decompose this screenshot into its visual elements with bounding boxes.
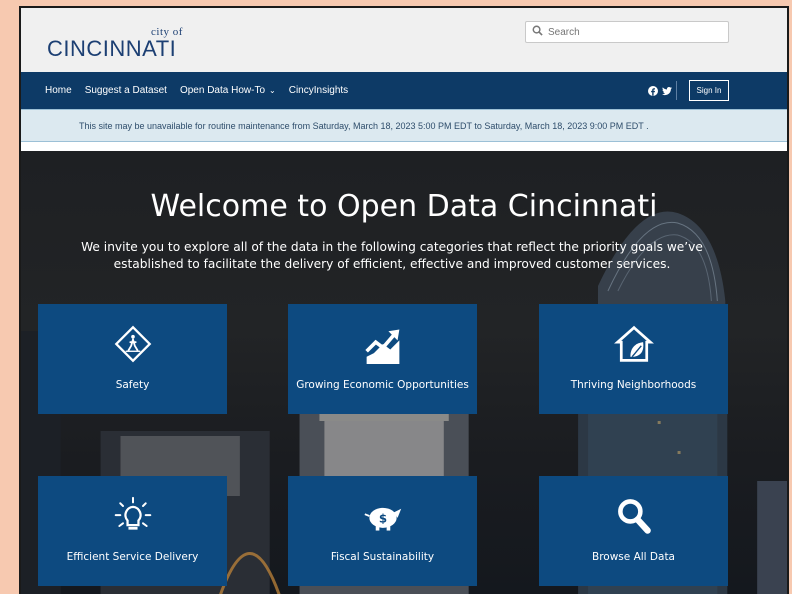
twitter-icon[interactable] [662,83,672,101]
maintenance-text: This site may be unavailable for routine… [79,120,649,131]
tile-label-browse: Browse All Data [592,551,675,563]
lightbulb-icon [111,496,155,536]
nav-open-data-how-to-label: Open Data How-To [179,85,266,96]
magnifier-icon [612,496,656,536]
sign-in-button[interactable]: Sign In [689,80,729,101]
piggy-bank-icon: $ [361,496,405,536]
hero-title: Welcome to Open Data Cincinnati [150,189,658,224]
nav-cincyinsights[interactable]: CincyInsights [289,85,348,96]
logo-cincinnati: CINCINNATI [47,36,177,61]
maintenance-banner: This site may be unavailable for routine… [21,109,787,142]
nav-home[interactable]: Home [45,85,72,96]
tile-label-economic: Growing Economic Opportunities [296,379,469,391]
search-input[interactable] [548,26,718,38]
facebook-icon[interactable] [648,83,658,101]
main-nav: Home Suggest a Dataset Open Data How-To … [21,72,787,109]
nav-divider [676,81,677,100]
pedestrian-sign-icon [111,324,155,364]
hero-subtitle: We invite you to explore all of the data… [81,240,703,271]
search-icon [532,23,543,41]
tile-label-neighborhoods: Thriving Neighborhoods [570,379,697,391]
nav-suggest-dataset[interactable]: Suggest a Dataset [85,85,167,96]
category-tile-neighborhoods[interactable]: Thriving Neighborhoods [539,304,728,414]
browser-page: city of CINCINNATI Home Suggest a Datase… [19,6,789,594]
tile-label-fiscal: Fiscal Sustainability [330,551,435,563]
hero-section: Welcome to Open Data Cincinnati We invit… [21,151,787,594]
tile-label-safety: Safety [115,379,150,391]
category-tile-browse[interactable]: Browse All Data [539,476,728,586]
chevron-down-icon: ⌄ [269,86,276,95]
site-header: city of CINCINNATI [21,8,787,72]
nav-open-data-how-to[interactable]: Open Data How-To ⌄ [180,85,276,96]
category-tile-economic[interactable]: Growing Economic Opportunities [288,304,477,414]
trend-up-icon [361,324,405,364]
tile-label-service-delivery: Efficient Service Delivery [66,551,199,563]
house-leaf-icon [612,324,656,364]
category-tile-safety[interactable]: Safety [38,304,227,414]
search-box[interactable] [525,21,729,43]
category-tile-service-delivery[interactable]: Efficient Service Delivery [38,476,227,586]
social-links [648,83,672,101]
svg-text:$: $ [378,511,386,525]
city-logo[interactable]: city of CINCINNATI [47,26,187,66]
category-tile-fiscal[interactable]: $ Fiscal Sustainability [288,476,477,586]
